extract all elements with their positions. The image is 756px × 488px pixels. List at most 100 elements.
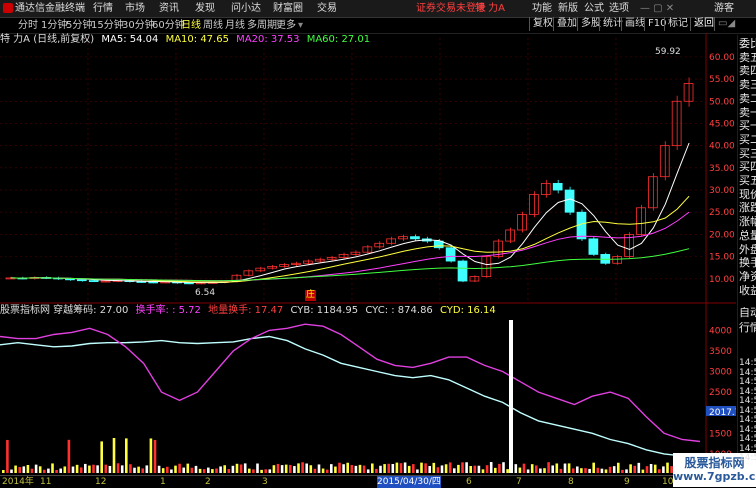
menu-item-new-version[interactable]: 新版	[558, 1, 578, 16]
sidebar-item[interactable]: 卖四	[739, 65, 756, 77]
volume-bar	[153, 439, 157, 473]
sidebar-item[interactable]: 买四	[739, 161, 756, 173]
period-30min[interactable]: 30分钟	[122, 18, 155, 33]
price-high-label: 59.92	[655, 47, 681, 57]
period-60min[interactable]: 60分钟	[152, 18, 185, 33]
sidebar-item[interactable]: 自动	[739, 307, 756, 319]
menu-item-trade[interactable]: 交易	[317, 1, 337, 16]
volume-bar	[489, 462, 493, 473]
sidebar-item[interactable]: 外盘	[739, 244, 756, 256]
volume-bar	[453, 468, 456, 473]
sidebar-item[interactable]: 买五	[739, 175, 756, 187]
menu-bar: 通达信金融终端 行情 市场 资讯 发现 问小达 财富圈 交易 证券交易未登录 特…	[0, 0, 756, 18]
sidebar-item[interactable]: 涨幅	[739, 216, 756, 228]
volume-bar	[26, 464, 30, 473]
sidebar-item[interactable]: 净资	[739, 271, 756, 283]
menu-item-function[interactable]: 功能	[532, 1, 552, 16]
volume-bar	[424, 463, 427, 473]
period-monthly[interactable]: 月线	[225, 18, 245, 33]
menu-item-wealth[interactable]: 财富圈	[273, 1, 303, 16]
panel-toggle-icon[interactable]: ▭◢	[714, 17, 735, 31]
sidebar-item[interactable]: 收益	[739, 285, 756, 297]
more-chevron-icon[interactable]: ▾	[298, 18, 303, 33]
volume-bar	[477, 465, 481, 473]
volume-bar	[272, 465, 276, 473]
candle-body	[350, 251, 361, 255]
period-weekly[interactable]: 周线	[203, 18, 223, 33]
sidebar-item[interactable]: 总量	[739, 230, 756, 242]
volume-bar	[276, 463, 280, 473]
sidebar-item[interactable]: 买一	[739, 120, 756, 132]
volume-bar	[182, 467, 185, 473]
tool-back[interactable]: 返回	[690, 17, 714, 31]
sidebar-item[interactable]: 卖二	[739, 93, 756, 105]
volume-bar	[375, 468, 378, 473]
tool-fuquan[interactable]: 复权	[529, 17, 553, 31]
sidebar-item[interactable]: 卖三	[739, 79, 756, 91]
tool-multistock[interactable]: 多股	[577, 17, 601, 31]
candle-body	[588, 238, 599, 255]
period-more[interactable]: 更多	[276, 18, 296, 33]
price-axis-label: 35.00	[709, 164, 735, 174]
guest-button[interactable]: 游客	[714, 1, 734, 16]
app-title: 通达信金融终端	[15, 3, 85, 14]
sidebar-item[interactable]: 卖一	[739, 107, 756, 119]
tool-mark[interactable]: 标记	[664, 17, 688, 31]
tool-draw[interactable]: 画线	[621, 17, 645, 31]
volume-bar	[313, 468, 317, 473]
time-axis-label: 14:50	[739, 405, 756, 416]
price-axis-label: 50.00	[709, 97, 735, 107]
time-axis-label: 14:50	[739, 386, 756, 397]
tool-overlay[interactable]: 叠加	[553, 17, 577, 31]
candle-body	[648, 176, 658, 209]
volume-bar	[551, 465, 554, 473]
volume-bar	[227, 468, 231, 473]
menu-item-options[interactable]: 选项	[609, 1, 629, 16]
period-1min[interactable]: 1分钟	[41, 18, 67, 33]
period-daily[interactable]: 日线	[181, 18, 201, 33]
event-marker-badge[interactable]: 庄	[305, 290, 316, 301]
volume-bar	[38, 466, 42, 473]
sidebar-item[interactable]: 委比	[739, 38, 756, 50]
volume-bar	[149, 438, 153, 473]
period-15min[interactable]: 15分钟	[91, 18, 124, 33]
sidebar-item[interactable]: 买三	[739, 148, 756, 160]
window-controls[interactable]: — ▢ ✕	[640, 1, 674, 16]
volume-bar	[125, 438, 128, 473]
candle-body	[314, 258, 325, 262]
time-axis-label: 14:50	[739, 443, 756, 454]
sidebar-item[interactable]: 涨跌	[739, 202, 756, 214]
date-axis-label: 3	[262, 477, 268, 487]
kline-chart[interactable]: 60.00 55.00 50.00 45.00 40.00 35.00 30.00 25.00…	[0, 33, 736, 475]
period-multi[interactable]: 多周期	[247, 18, 277, 33]
period-5min[interactable]: 5分钟	[66, 18, 92, 33]
menu-item-discover[interactable]: 发现	[195, 1, 215, 16]
tool-stats[interactable]: 统计	[599, 17, 623, 31]
indicator-axis-label: 1500	[709, 429, 732, 439]
menu-item-news[interactable]: 资讯	[159, 1, 179, 16]
menu-item-quotes[interactable]: 行情	[93, 1, 113, 16]
volume-bar	[399, 463, 403, 473]
candle-body	[636, 207, 646, 235]
sidebar-item[interactable]: 买二	[739, 134, 756, 146]
crosshair-cursor[interactable]	[509, 320, 513, 473]
date-axis-label: 11	[40, 477, 52, 487]
ma20-value: MA20: 37.53	[236, 34, 300, 45]
volume-bar	[284, 464, 288, 473]
volume-bar	[116, 463, 120, 473]
volume-bar	[231, 465, 235, 473]
ma60-value: MA60: 27.01	[306, 34, 371, 45]
sidebar-item[interactable]: 行情	[739, 322, 756, 334]
sidebar-item[interactable]: 卖五	[739, 52, 756, 64]
price-axis-label: 60.00	[709, 53, 735, 63]
sidebar-item[interactable]: 换手	[739, 257, 756, 269]
sidebar-item[interactable]: 现价	[739, 189, 756, 201]
menu-item-ask-xiaoda[interactable]: 问小达	[231, 1, 261, 16]
volume-bar	[580, 468, 583, 473]
candle-body	[76, 279, 87, 282]
menu-item-formula[interactable]: 公式	[584, 1, 604, 16]
price-axis-label: 55.00	[709, 75, 735, 85]
menu-item-market[interactable]: 市场	[125, 1, 145, 16]
period-timeline[interactable]: 分时	[18, 18, 38, 33]
volume-bar	[371, 463, 374, 473]
